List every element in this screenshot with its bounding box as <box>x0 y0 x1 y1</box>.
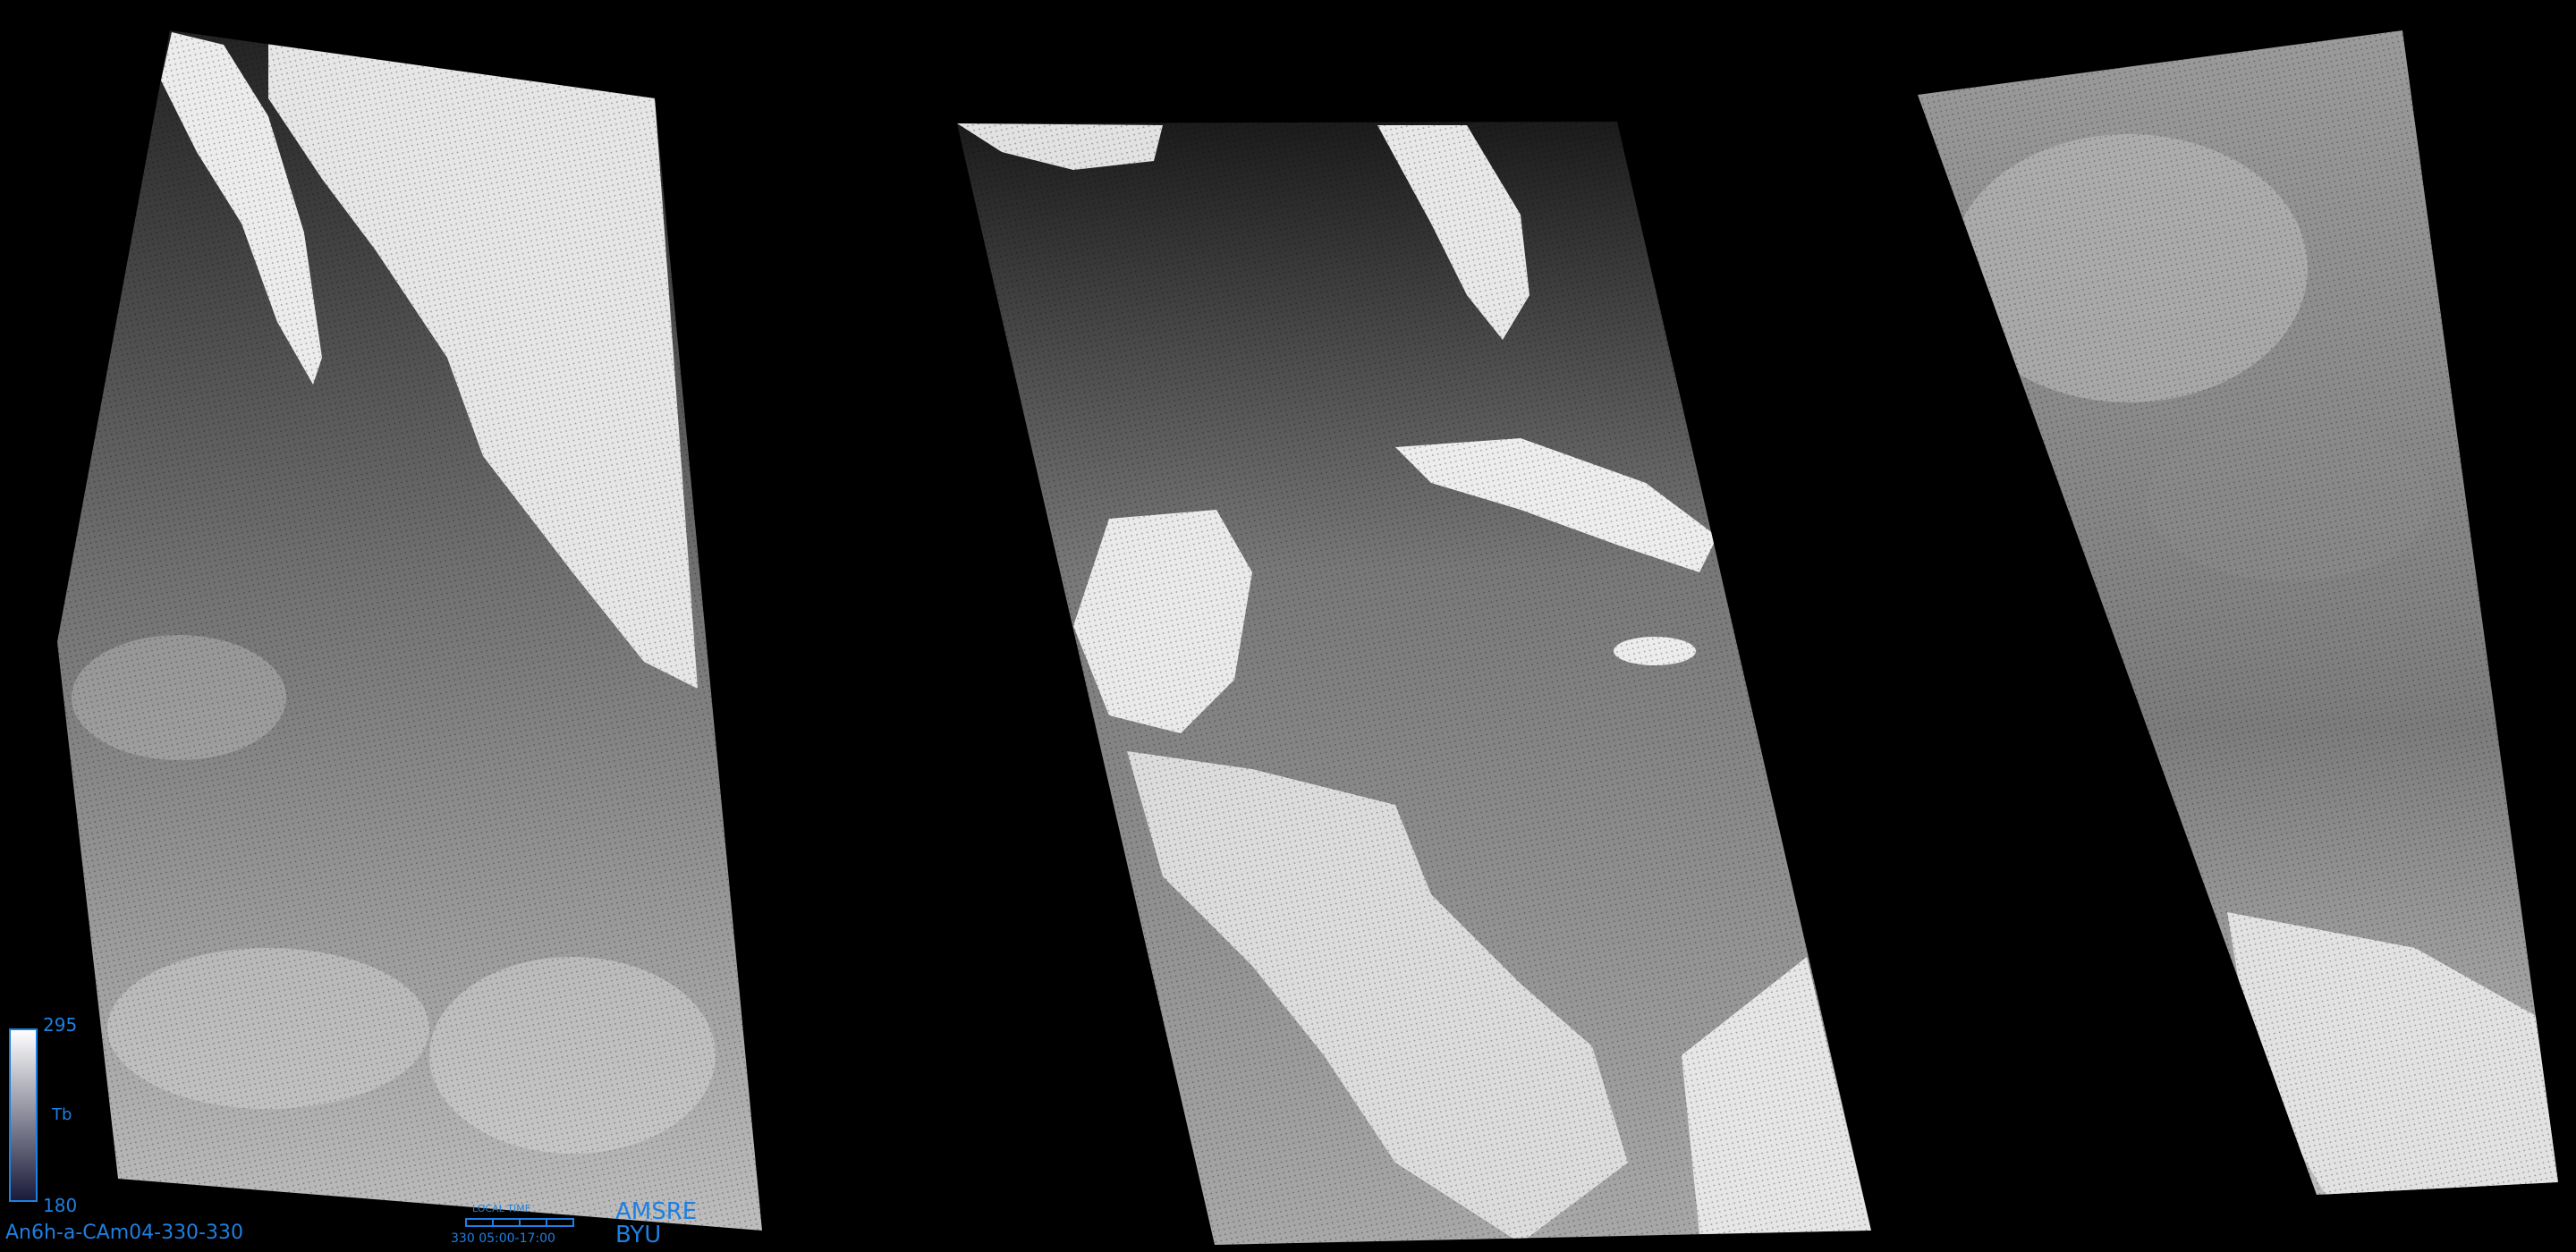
swath-east <box>1918 30 2558 1195</box>
brightness-temperature-swaths <box>57 30 2558 1245</box>
local-time-tick <box>492 1220 494 1225</box>
local-time-day: 330 <box>451 1231 475 1246</box>
product-id-label: An6h-a-CAm04-330-330 <box>5 1222 243 1244</box>
organization-label: BYU <box>615 1222 662 1248</box>
colorbar-variable-label: Tb <box>52 1105 72 1124</box>
colorbar-max-label: 295 <box>43 1014 78 1036</box>
local-time-title: LOCAL TIME <box>472 1203 531 1214</box>
local-time-tick <box>519 1220 521 1225</box>
local-time-range: 05:00-17:00 <box>479 1231 555 1246</box>
swath-west <box>57 30 762 1231</box>
brightness-temperature-colorbar <box>9 1028 38 1202</box>
local-time-tick <box>546 1220 547 1225</box>
local-time-range-label: 330 05:00-17:00 <box>451 1232 555 1245</box>
colorbar-min-label: 180 <box>43 1195 78 1216</box>
swath-central <box>957 122 1871 1245</box>
sensor-label: AMSRE <box>615 1198 698 1225</box>
local-time-scale <box>465 1218 574 1227</box>
